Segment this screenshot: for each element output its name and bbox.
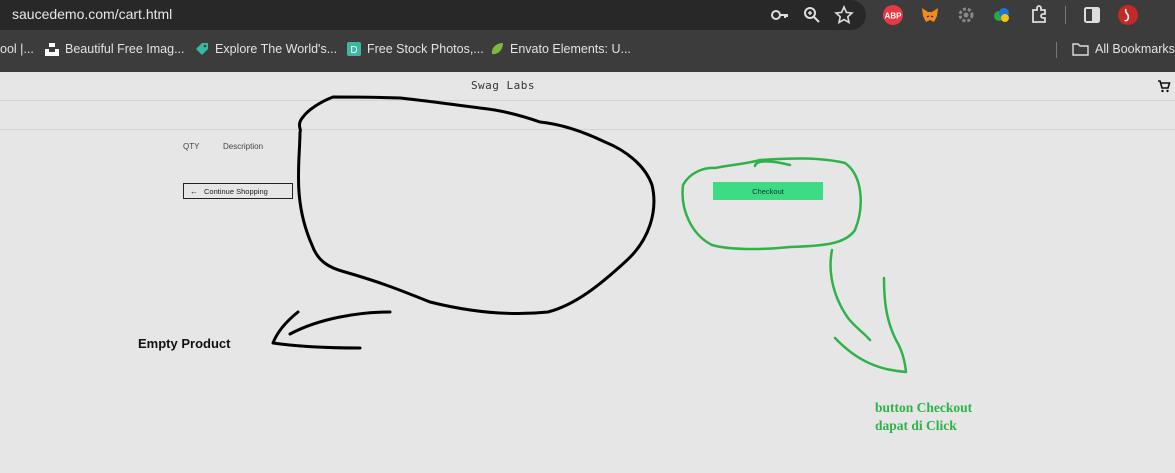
abp-label: ABP (885, 12, 903, 21)
arrow-left-icon: ← (190, 186, 198, 196)
bookmark-item[interactable]: D Free Stock Photos,... (347, 42, 484, 56)
green-circle-annotation (681, 157, 862, 251)
key-icon[interactable] (770, 5, 790, 25)
continue-shopping-button[interactable]: ← Continue Shopping (183, 183, 293, 199)
cart-description-label: Description (223, 142, 264, 151)
bookmark-item[interactable]: Envato Elements: U... (490, 42, 631, 56)
bookmark-item[interactable]: Beautiful Free Imag... (45, 42, 185, 56)
toolbar-divider (1065, 6, 1066, 24)
puzzle-extensions-icon[interactable] (1028, 4, 1050, 26)
svg-text:D: D (350, 45, 357, 56)
checkout-note-line2: dapat di Click (875, 418, 957, 433)
checkout-button[interactable]: Checkout (713, 182, 823, 200)
metamask-fox-icon[interactable] (919, 4, 941, 26)
browser-chrome: saucedemo.com/cart.html ABP ool |... Bea… (0, 0, 1175, 72)
bookmark-item[interactable]: ool |... (0, 42, 34, 56)
secondary-header (0, 101, 1175, 130)
envato-leaf-icon (491, 43, 503, 55)
all-bookmarks-button[interactable]: All Bookmarks (1072, 42, 1175, 56)
bookmarks-divider (1056, 42, 1057, 58)
app-logo: Swag Labs (470, 79, 536, 92)
unsplash-icon (45, 43, 59, 56)
colorful-extension-icon[interactable] (991, 4, 1013, 26)
cart-qty-label: QTY (183, 142, 200, 151)
folder-icon (1072, 43, 1089, 56)
profile-avatar-icon[interactable] (1117, 4, 1139, 26)
checkout-note-line1: button Checkout (875, 400, 973, 415)
zoom-icon[interactable] (802, 5, 822, 25)
gear-extension-icon[interactable] (955, 4, 977, 26)
checkout-clickable-annotation: button Checkout dapat di Click (875, 399, 972, 435)
bookmark-item[interactable]: Explore The World's... (195, 42, 337, 56)
url-text[interactable]: saucedemo.com/cart.html (12, 6, 172, 22)
address-bar[interactable]: saucedemo.com/cart.html (0, 0, 866, 30)
shopping-cart-icon[interactable] (1157, 79, 1171, 93)
continue-shopping-label: Continue Shopping (204, 186, 268, 196)
adblock-extension-icon[interactable]: ABP (882, 4, 904, 26)
bookmarks-bar: ool |... Beautiful Free Imag... Explore … (0, 36, 1175, 64)
pexels-icon: D (347, 42, 361, 56)
green-arrow-annotation (829, 248, 908, 374)
star-icon[interactable] (834, 5, 854, 25)
checkout-label: Checkout (752, 186, 784, 196)
primary-header: Swag Labs (0, 72, 1175, 101)
empty-product-annotation: Empty Product (138, 336, 231, 351)
tag-icon (196, 43, 208, 55)
black-arrow-annotation (271, 310, 392, 350)
side-panel-icon[interactable] (1081, 4, 1103, 26)
